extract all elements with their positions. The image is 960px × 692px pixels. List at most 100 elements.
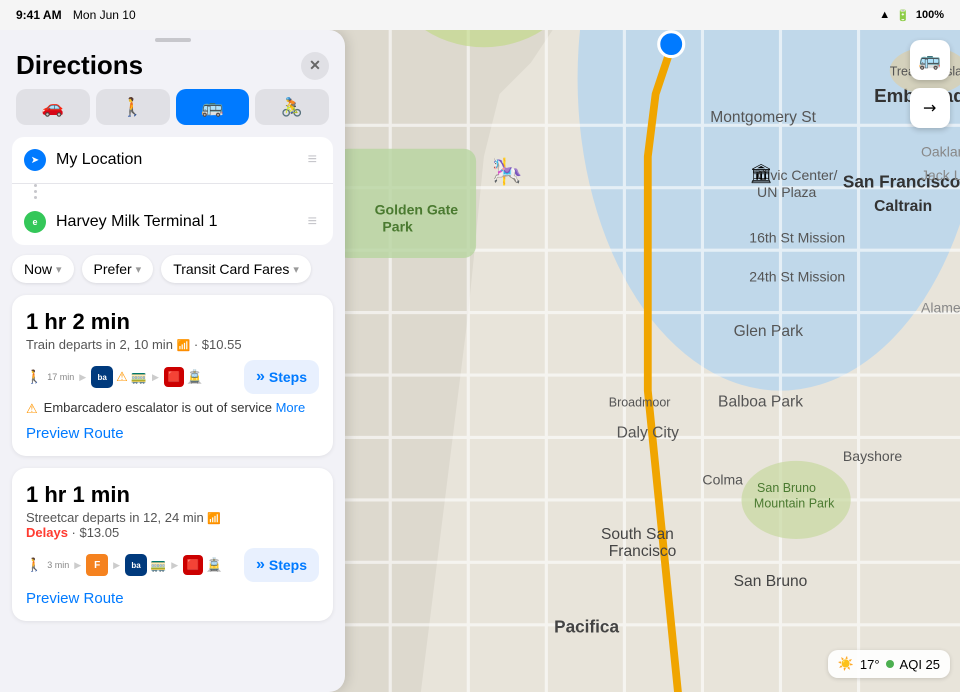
svg-text:San Bruno: San Bruno — [734, 573, 808, 590]
svg-text:Jack London: Jack London — [921, 167, 960, 183]
origin-icon: ➤ — [24, 149, 46, 171]
weather-badge: ☀️ 17° AQI 25 — [828, 650, 950, 678]
route-2-subtitle: Streetcar departs in 12, 24 min 📶 Delays… — [26, 510, 319, 540]
car-icon: 🚗 — [42, 97, 64, 118]
route-1-steps-label: Steps — [269, 369, 307, 385]
route-1-bart-icon: ba — [91, 366, 113, 388]
destination-drag-icon: ≡ — [304, 209, 321, 235]
route-1-streetcar-icon: 🚊 — [187, 369, 203, 385]
svg-text:24th St Mission: 24th St Mission — [749, 268, 845, 284]
route-1-alert: ⚠ Embarcadero escalator is out of servic… — [26, 400, 319, 417]
svg-text:16th St Mission: 16th St Mission — [749, 229, 845, 245]
route-2-steps-label: Steps — [269, 557, 307, 573]
destination-row[interactable]: e Harvey Milk Terminal 1 ≡ — [12, 199, 333, 245]
svg-text:Golden Gate: Golden Gate — [375, 201, 459, 217]
transit-icon: 🚌 — [919, 50, 941, 71]
alert-warn-icon: ⚠ — [26, 401, 38, 417]
origin-row[interactable]: ➤ My Location ≡ — [12, 137, 333, 184]
status-right-icons: ▲ 🔋 100% — [879, 9, 944, 22]
location-icon: ↗ — [918, 96, 942, 120]
route-1-steps-button[interactable]: » Steps — [244, 360, 319, 394]
route-1-steps-row: 🚶 17 min ▶ ba ⚠ 🚃 ▶ 🟥 🚊 » Steps — [26, 360, 319, 394]
route-2-preview-link[interactable]: Preview Route — [26, 590, 319, 607]
map-controls: 🚌 ↗ — [910, 40, 950, 128]
route-2-steps-row: 🚶 3 min ▶ F ▶ ba 🚃 ▶ 🟥 🚊 » Steps — [26, 548, 319, 582]
route-1-preview-link[interactable]: Preview Route — [26, 425, 319, 442]
location-button[interactable]: ↗ — [910, 88, 950, 128]
svg-text:🎠: 🎠 — [492, 157, 523, 187]
location-inputs: ➤ My Location ≡ e Harvey Milk Terminal 1… — [12, 137, 333, 245]
route-2-streetcar-icon: 🚊 — [206, 557, 222, 573]
svg-text:Park: Park — [382, 218, 413, 234]
svg-text:Balboa Park: Balboa Park — [718, 393, 803, 410]
route-1-arrow-2: ▶ — [152, 372, 159, 383]
route-1-muni-icon: 🟥 — [164, 367, 184, 387]
walk-mode-tab[interactable]: 🚶 — [96, 89, 170, 125]
route-1-walk-icon: 🚶 — [26, 369, 42, 385]
route-1-more-link[interactable]: More — [276, 400, 306, 415]
route-2-duration: 1 hr 1 min — [26, 482, 319, 508]
filter-bar: Now ▾ Prefer ▾ Transit Card Fares ▾ — [0, 255, 345, 295]
route-1-warn-icon: ⚠ — [116, 369, 128, 385]
svg-text:South San: South San — [601, 526, 674, 543]
aqi-label: AQI 25 — [900, 657, 940, 672]
route-2-muni-f-icon: F — [86, 554, 108, 576]
route-2-steps-button[interactable]: » Steps — [244, 548, 319, 582]
transport-modes: 🚗 🚶 🚌 🚴 — [0, 89, 345, 137]
svg-text:Oakland: Oakland — [921, 144, 960, 160]
transit-mode-tab[interactable]: 🚌 — [176, 89, 250, 125]
route-2-steps-chevron-icon: » — [256, 556, 265, 574]
destination-icon: e — [24, 211, 46, 233]
fares-filter-label: Transit Card Fares — [173, 261, 289, 277]
car-mode-tab[interactable]: 🚗 — [16, 89, 90, 125]
route-2-arrow-3: ▶ — [171, 560, 178, 571]
route-card-1: 1 hr 2 min Train departs in 2, 10 min 📶 … — [12, 295, 333, 456]
close-button[interactable]: ✕ — [301, 52, 329, 80]
wifi-icon: ▲ — [879, 9, 890, 21]
status-time: 9:41 AM — [16, 8, 62, 22]
route-2-icons: 🚶 3 min ▶ F ▶ ba 🚃 ▶ 🟥 🚊 — [26, 554, 222, 576]
aqi-indicator — [886, 660, 894, 668]
status-date: Mon Jun 10 — [73, 8, 136, 22]
svg-text:Francisco: Francisco — [609, 543, 677, 560]
route-2-bart-icon: ba — [125, 554, 147, 576]
bike-mode-tab[interactable]: 🚴 — [255, 89, 329, 125]
prefer-chevron-icon: ▾ — [136, 263, 142, 276]
sidebar-title: Directions — [16, 50, 143, 81]
fares-chevron-icon: ▾ — [293, 263, 299, 276]
svg-text:Glen Park: Glen Park — [734, 323, 804, 340]
fares-filter-chip[interactable]: Transit Card Fares ▾ — [161, 255, 311, 283]
route-1-train-icon: 🚃 — [131, 369, 147, 385]
steps-chevron-icon: » — [256, 368, 265, 386]
drag-handle[interactable] — [155, 38, 191, 42]
close-icon: ✕ — [309, 57, 321, 74]
svg-text:Montgomery St: Montgomery St — [710, 109, 816, 126]
svg-text:Alameda: Alameda — [921, 300, 960, 316]
time-filter-label: Now — [24, 261, 52, 277]
transit-view-button[interactable]: 🚌 — [910, 40, 950, 80]
prefer-filter-chip[interactable]: Prefer ▾ — [82, 255, 154, 283]
battery-label: 100% — [916, 9, 944, 21]
svg-text:Broadmoor: Broadmoor — [609, 395, 671, 409]
route-card-2: 1 hr 1 min Streetcar departs in 12, 24 m… — [12, 468, 333, 621]
svg-text:San Bruno: San Bruno — [757, 481, 816, 495]
svg-text:🏛: 🏛 — [749, 163, 773, 184]
svg-text:Caltrain: Caltrain — [874, 198, 932, 215]
route-1-icons: 🚶 17 min ▶ ba ⚠ 🚃 ▶ 🟥 🚊 — [26, 366, 203, 388]
route-2-train-icon: 🚃 — [150, 557, 166, 573]
svg-text:Bayshore: Bayshore — [843, 448, 902, 464]
drag-icon: ≡ — [304, 147, 321, 173]
sidebar-header: Directions ✕ — [0, 46, 345, 89]
route-2-walk-icon: 🚶 — [26, 557, 42, 573]
route-2-walk-time: 3 min — [47, 560, 69, 570]
origin-text: My Location — [56, 151, 294, 169]
bike-icon: 🚴 — [281, 97, 303, 118]
time-filter-chip[interactable]: Now ▾ — [12, 255, 74, 283]
svg-text:Colma: Colma — [702, 471, 743, 487]
time-chevron-icon: ▾ — [56, 263, 62, 276]
svg-text:Mountain Park: Mountain Park — [754, 497, 835, 511]
route-1-arrow-1: ▶ — [79, 372, 86, 383]
status-bar: 9:41 AM Mon Jun 10 ▲ 🔋 100% — [0, 0, 960, 30]
status-time-date: 9:41 AM Mon Jun 10 — [16, 8, 136, 22]
route-2-arrow-1: ▶ — [74, 560, 81, 571]
